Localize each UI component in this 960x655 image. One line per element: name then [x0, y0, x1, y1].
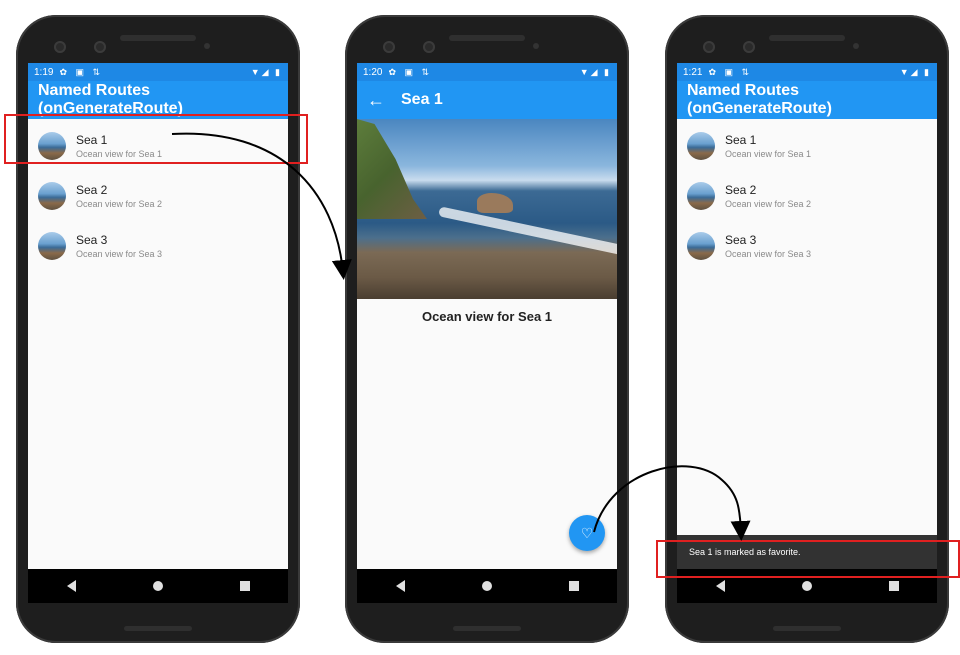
arrow-to-detail	[171, 132, 352, 280]
annotation-arrows	[171, 132, 751, 541]
arrow-to-snackbar	[593, 465, 751, 541]
